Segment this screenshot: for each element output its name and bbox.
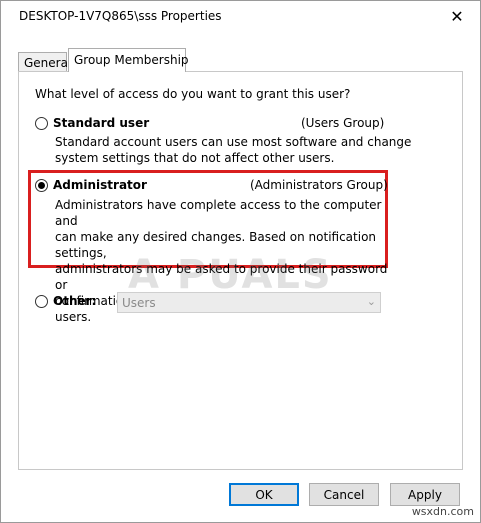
description-line: system settings that do not affect other… <box>55 151 335 165</box>
standard-user-label[interactable]: Standard user <box>53 116 149 130</box>
properties-window: DESKTOP-1V7Q865\sss Properties ✕ General… <box>0 0 481 523</box>
tab-general[interactable]: General <box>18 52 71 72</box>
standard-user-description: Standard account users can use most soft… <box>55 134 455 166</box>
other-group-select[interactable]: Users ⌄ <box>117 292 381 313</box>
description-line: Standard account users can use most soft… <box>55 135 412 149</box>
administrator-label[interactable]: Administrator <box>53 178 147 192</box>
close-icon[interactable]: ✕ <box>434 1 480 31</box>
description-line: administrators may be asked to provide t… <box>55 262 388 292</box>
description-line: Administrators have complete access to t… <box>55 198 382 228</box>
title-bar: DESKTOP-1V7Q865\sss Properties ✕ <box>1 1 480 31</box>
apply-button[interactable]: Apply <box>390 483 460 506</box>
select-value: Users <box>122 296 156 310</box>
chevron-down-icon: ⌄ <box>366 295 376 308</box>
window-title: DESKTOP-1V7Q865\sss Properties <box>19 9 222 23</box>
users-group-label: (Users Group) <box>301 116 385 130</box>
other-radio[interactable] <box>35 295 48 308</box>
tab-group-membership[interactable]: Group Membership <box>68 48 189 72</box>
ok-button[interactable]: OK <box>229 483 299 506</box>
access-question: What level of access do you want to gran… <box>35 87 351 101</box>
description-line: can make any desired changes. Based on n… <box>55 230 377 260</box>
cancel-button[interactable]: Cancel <box>309 483 379 506</box>
standard-user-radio[interactable] <box>35 117 48 130</box>
administrators-group-label: (Administrators Group) <box>250 178 388 192</box>
other-label[interactable]: Other: <box>53 294 96 308</box>
group-membership-panel: What level of access do you want to gran… <box>18 71 463 470</box>
corner-watermark: wsxdn.com <box>411 505 474 518</box>
administrator-radio[interactable] <box>35 179 48 192</box>
